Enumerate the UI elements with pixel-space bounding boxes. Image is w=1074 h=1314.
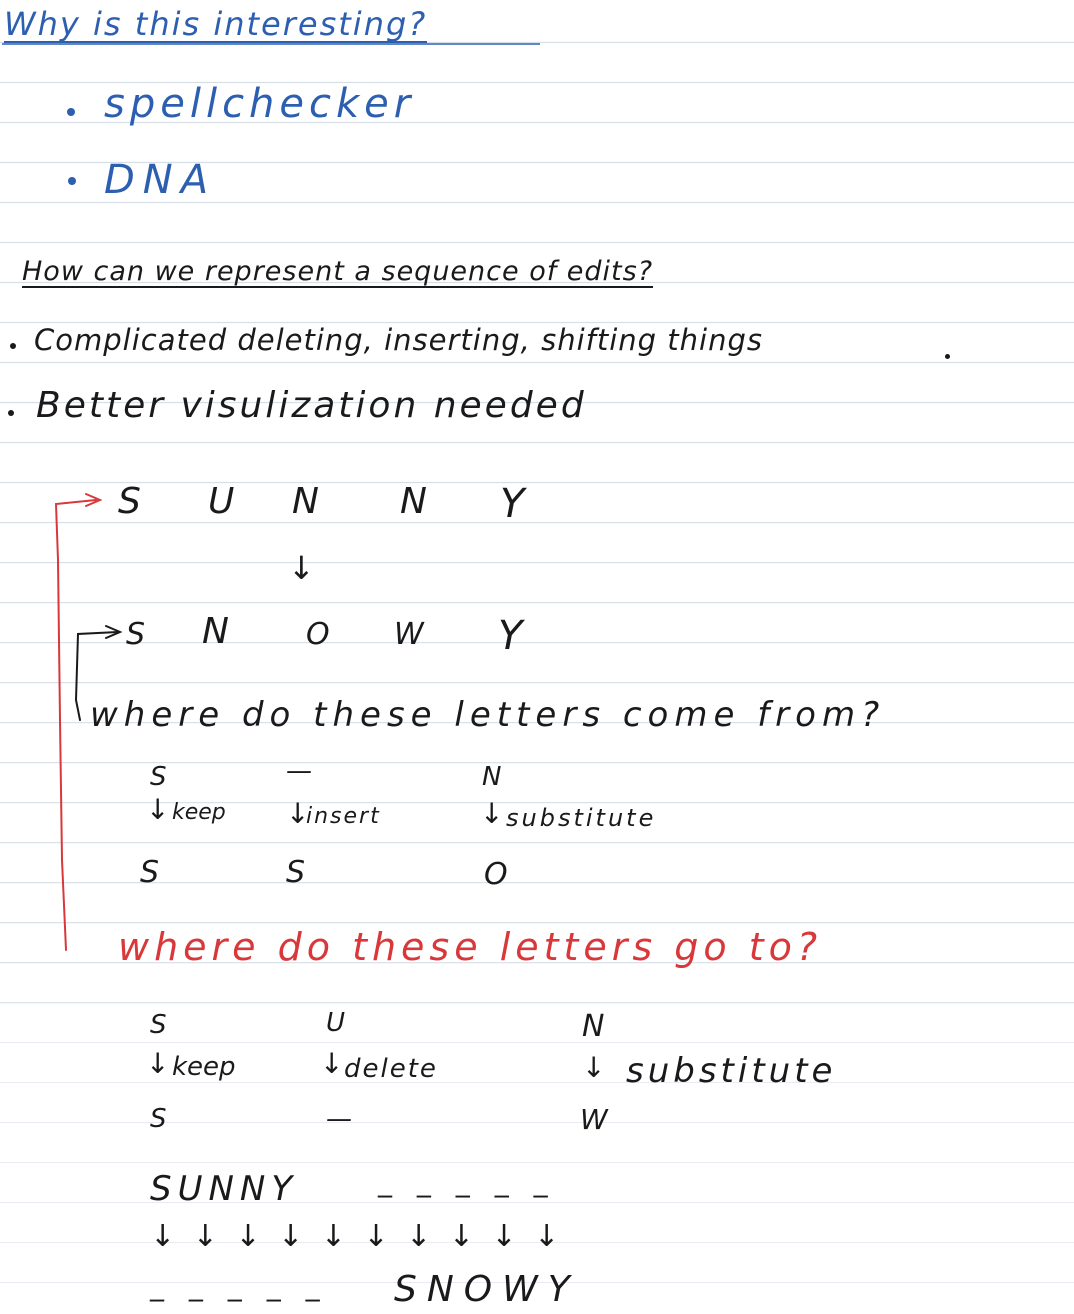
red-bracket-stroke — [54, 499, 97, 951]
ink-strokes — [2, 43, 540, 951]
black-bracket-stroke — [74, 631, 119, 721]
notebook-page: Why is this interesting? spellchecker DN… — [0, 0, 1074, 1314]
